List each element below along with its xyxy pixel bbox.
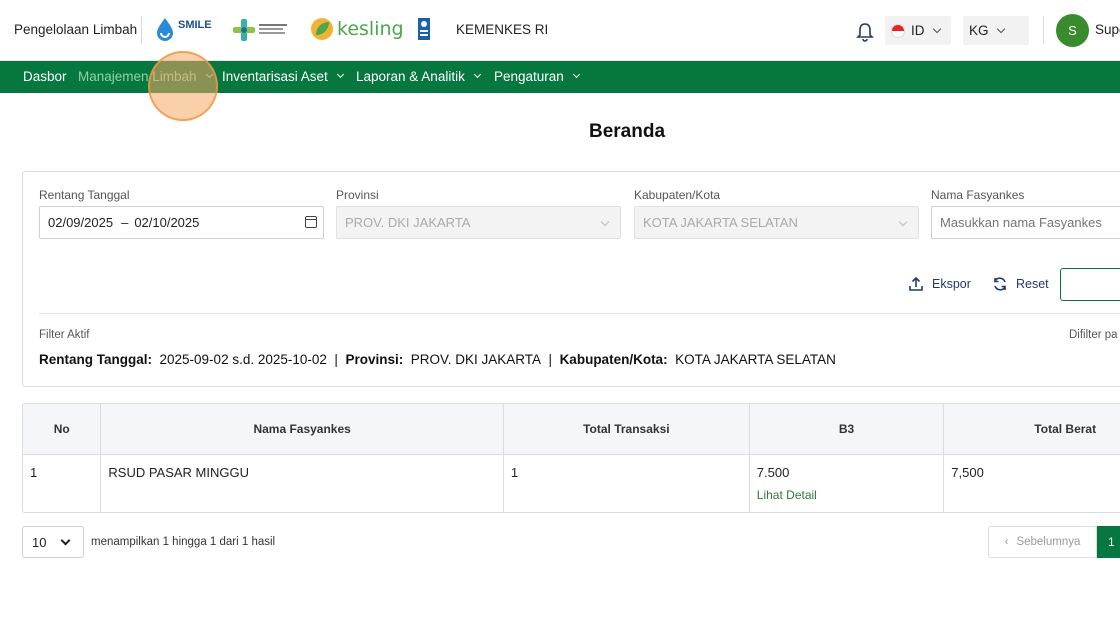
- nav-item-label: Pengaturan: [494, 69, 564, 84]
- chevron-down-icon: [572, 70, 580, 79]
- undp-logo: [418, 18, 430, 40]
- filter-separator: |: [548, 352, 553, 367]
- filtered-by-note: Difilter pa: [1069, 329, 1118, 341]
- language-value: ID: [911, 23, 925, 38]
- main-nav: Dasbor Manajemen Limbah Inventarisasi As…: [0, 61, 1120, 93]
- upload-icon: [909, 276, 923, 291]
- column-header-no: No: [23, 404, 102, 455]
- filter-panel: Rentang Tanggal 02/09/2025 – 02/10/2025 …: [22, 171, 1120, 387]
- facility-search-input[interactable]: [931, 206, 1120, 239]
- previous-label: Sebelumnya: [1016, 536, 1081, 548]
- chevron-down-icon: [898, 217, 908, 227]
- nav-item-dasbor[interactable]: Dasbor: [23, 69, 67, 84]
- province-value: PROV. DKI JAKARTA: [345, 215, 471, 230]
- pagination-info: menampilkan 1 hingga 1 dari 1 hasil: [91, 536, 276, 548]
- page-title: Beranda: [588, 121, 666, 142]
- province-label: Provinsi: [336, 188, 379, 202]
- previous-page-button[interactable]: ‹ Sebelumnya: [988, 526, 1097, 558]
- active-city-value: KOTA JAKARTA SELATAN: [675, 352, 836, 367]
- province-select[interactable]: PROV. DKI JAKARTA: [336, 206, 621, 239]
- notification-bell-icon[interactable]: [856, 22, 874, 42]
- active-date-key: Rentang Tanggal:: [39, 352, 152, 367]
- nav-item-inventarisasi-aset[interactable]: Inventarisasi Aset: [222, 69, 344, 84]
- kesling-logo: kesling: [310, 17, 404, 41]
- avatar[interactable]: S: [1056, 14, 1089, 47]
- nav-item-manajemen-limbah[interactable]: Manajemen Limbah: [78, 69, 213, 84]
- kemenkes-logo: [232, 18, 289, 42]
- date-range-label: Rentang Tanggal: [39, 188, 130, 202]
- unit-selector[interactable]: KG: [963, 16, 1029, 45]
- ministry-label: KEMENKES RI: [456, 22, 549, 37]
- active-city-key: Kabupaten/Kota:: [559, 352, 668, 367]
- kesling-logo-text: kesling: [337, 18, 404, 40]
- cell-no: 1: [23, 454, 102, 512]
- header-divider: [141, 16, 142, 44]
- chevron-down-icon: [932, 24, 941, 33]
- app-name: Pengelolaan Limbah: [14, 22, 138, 37]
- chevron-down-icon: [600, 217, 610, 227]
- divider: [39, 313, 1120, 314]
- page-size-select[interactable]: 10: [22, 526, 84, 558]
- date-range-input[interactable]: 02/09/2025 – 02/10/2025: [39, 206, 324, 239]
- nav-item-label: Manajemen Limbah: [78, 69, 197, 84]
- active-province-key: Provinsi:: [345, 352, 404, 367]
- facility-label: Nama Fasyankes: [931, 188, 1025, 202]
- city-value: KOTA JAKARTA SELATAN: [643, 215, 798, 230]
- chevron-down-icon: [996, 24, 1005, 33]
- column-header-b3: B3: [749, 404, 945, 455]
- active-province-value: PROV. DKI JAKARTA: [410, 352, 542, 367]
- language-selector[interactable]: ID: [885, 16, 951, 45]
- page-number-1[interactable]: 1: [1097, 526, 1120, 558]
- reset-label: Reset: [1016, 277, 1049, 291]
- chevron-down-icon: [336, 70, 344, 79]
- cell-transactions: 1: [503, 454, 750, 512]
- date-separator: –: [121, 215, 129, 230]
- reset-button[interactable]: Reset: [992, 276, 1049, 292]
- page-size-value: 10: [32, 534, 47, 550]
- b3-value: 7.500: [756, 464, 790, 480]
- export-button[interactable]: Ekspor: [908, 276, 971, 292]
- export-label: Ekspor: [932, 277, 971, 291]
- apply-filter-button[interactable]: [1060, 268, 1120, 301]
- active-filter-title: Filter Aktif: [39, 329, 90, 341]
- view-detail-link[interactable]: Lihat Detail: [757, 488, 937, 502]
- table-header-row: No Nama Fasyankes Total Transaksi B3 Tot…: [23, 404, 1120, 455]
- date-start: 02/09/2025: [48, 215, 114, 230]
- column-header-facility: Nama Fasyankes: [100, 404, 504, 455]
- city-select[interactable]: KOTA JAKARTA SELATAN: [634, 206, 919, 239]
- calendar-icon[interactable]: [305, 216, 317, 228]
- date-end: 02/10/2025: [134, 215, 200, 230]
- chevron-down-icon: [205, 70, 213, 79]
- cell-b3: 7.500 Lihat Detail: [749, 454, 945, 512]
- smile-logo-text: SMILE: [178, 19, 212, 31]
- chevron-left-icon: ‹: [1004, 536, 1009, 548]
- column-header-total-weight: Total Berat: [943, 404, 1120, 455]
- active-filter-summary: Rentang Tanggal: 2025-09-02 s.d. 2025-10…: [39, 352, 836, 367]
- filter-separator: |: [334, 352, 338, 367]
- chevron-down-icon: [60, 535, 71, 546]
- nav-item-pengaturan[interactable]: Pengaturan: [494, 69, 580, 84]
- nav-item-label: Laporan & Analitik: [356, 69, 465, 84]
- nav-item-label: Inventarisasi Aset: [222, 69, 328, 84]
- active-date-value: 2025-09-02 s.d. 2025-10-02: [159, 352, 327, 367]
- column-header-transactions: Total Transaksi: [503, 404, 750, 455]
- nav-item-label: Dasbor: [23, 69, 67, 84]
- facility-table: No Nama Fasyankes Total Transaksi B3 Tot…: [22, 403, 1120, 513]
- unit-value: KG: [969, 23, 989, 38]
- cell-facility-name: RSUD PASAR MINGGU: [100, 454, 504, 512]
- chevron-down-icon: [473, 70, 481, 79]
- cell-total-weight: 7,500: [951, 464, 984, 480]
- table-row: 1 RSUD PASAR MINGGU 1 7.500 Lihat Detail…: [23, 454, 1120, 512]
- city-label: Kabupaten/Kota: [634, 188, 721, 202]
- top-bar: Pengelolaan Limbah SMILE kesling KEMENKE…: [0, 0, 1120, 61]
- refresh-icon: [994, 277, 1006, 291]
- header-divider: [1043, 16, 1044, 44]
- nav-item-laporan-analitik[interactable]: Laporan & Analitik: [356, 69, 481, 84]
- user-name[interactable]: Supe: [1095, 22, 1120, 37]
- smile-logo: SMILE: [155, 17, 212, 41]
- indonesia-flag-icon: [891, 23, 905, 38]
